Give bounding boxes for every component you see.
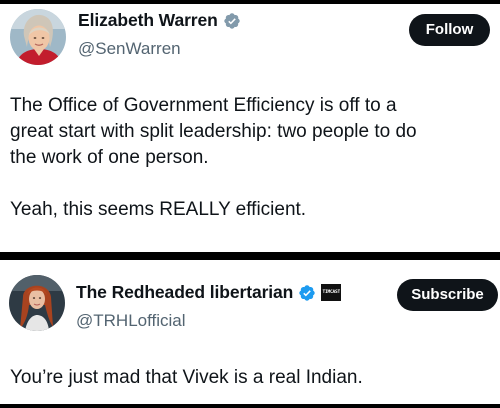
handle[interactable]: @TRHLofficial xyxy=(76,311,186,331)
tweet-card-warren: Elizabeth Warren @SenWarren Follow The O… xyxy=(0,4,500,252)
name-row: The Redheaded libertarian TIMCAST xyxy=(76,282,342,303)
name-row: Elizabeth Warren xyxy=(78,10,241,31)
tweet-text-line: The Office of Government Efficiency is o… xyxy=(10,95,397,116)
tweet-text-line: the work of one person. xyxy=(10,147,209,168)
avatar-trhl[interactable] xyxy=(9,275,65,331)
tweet-text: You’re just mad that Vivek is a real Ind… xyxy=(10,367,363,388)
follow-button[interactable]: Follow xyxy=(409,14,490,46)
verified-badge-icon xyxy=(223,12,241,30)
affiliate-badge-icon[interactable]: TIMCAST xyxy=(321,284,342,301)
tweet-text-line: Yeah, this seems REALLY efficient. xyxy=(10,199,307,220)
avatar-warren[interactable] xyxy=(10,9,66,65)
display-name[interactable]: Elizabeth Warren xyxy=(78,10,218,31)
handle[interactable]: @SenWarren xyxy=(78,39,181,59)
tweet-card-trhl: The Redheaded libertarian TIMCAST @TRHLo… xyxy=(0,260,500,404)
display-name[interactable]: The Redheaded libertarian xyxy=(76,282,293,303)
subscribe-button[interactable]: Subscribe xyxy=(397,279,498,311)
tweet-text-line: great start with split leadership: two p… xyxy=(10,121,417,142)
verified-badge-icon xyxy=(298,284,316,302)
